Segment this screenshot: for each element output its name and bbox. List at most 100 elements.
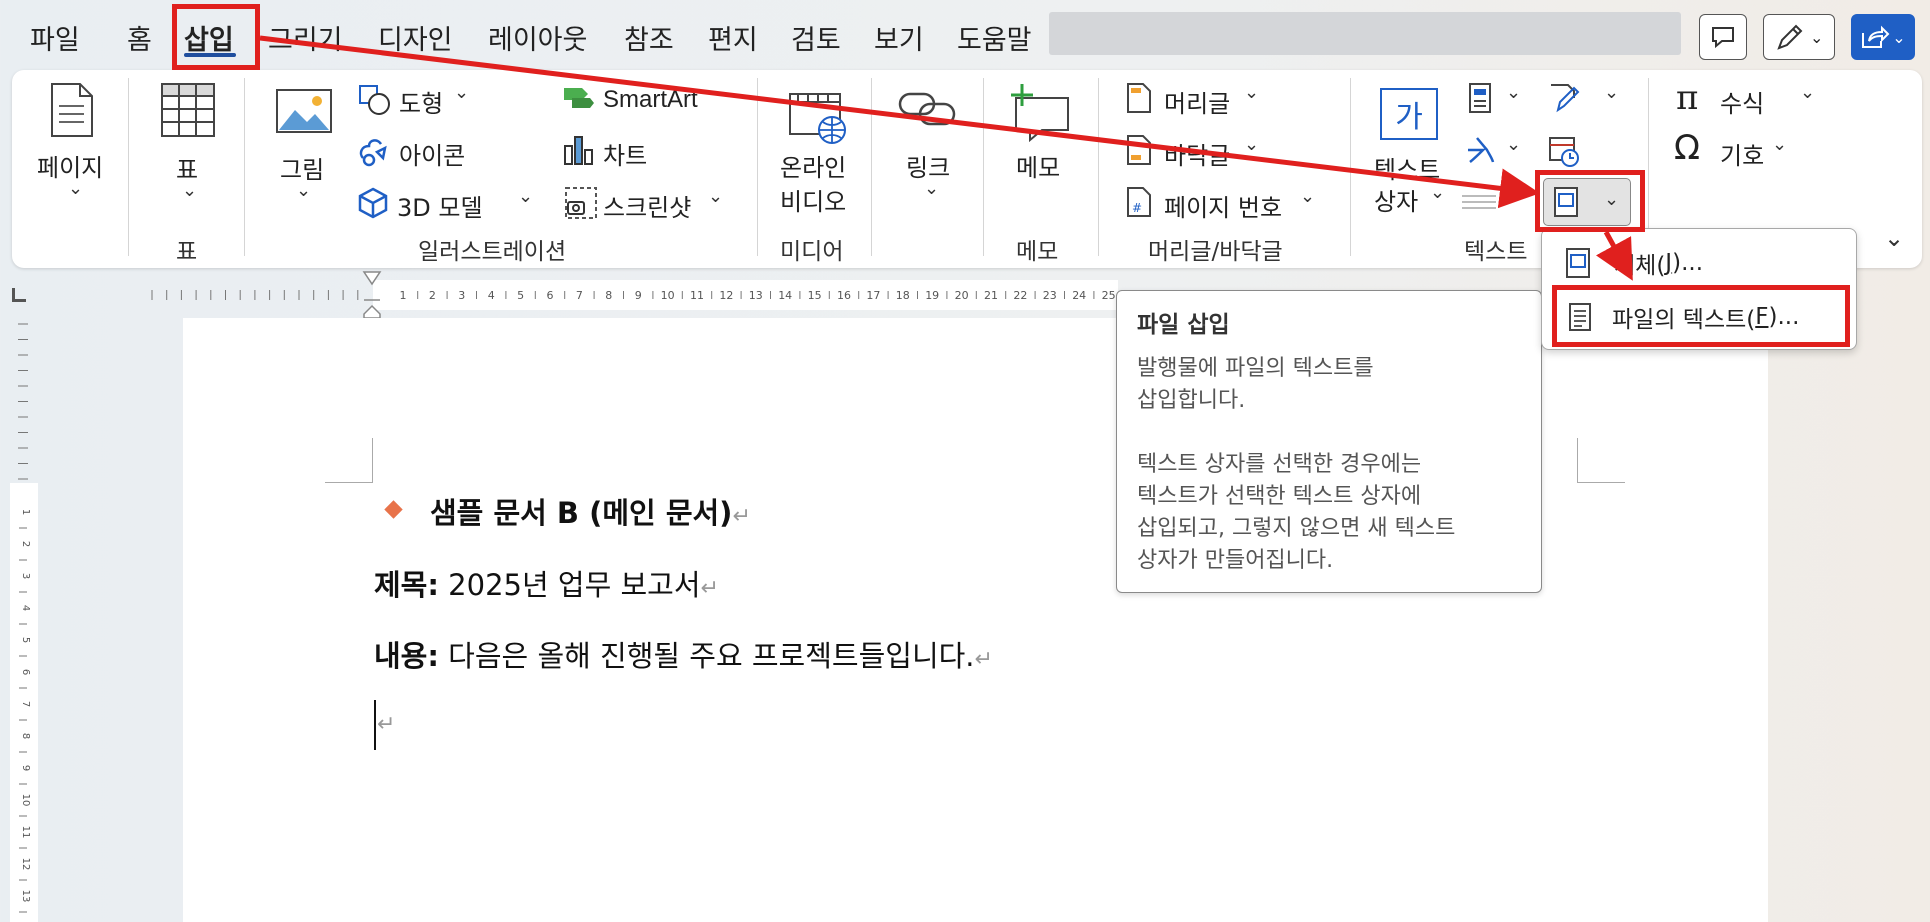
ruler-number: 5 — [20, 637, 31, 643]
group-label-text: 텍스트 — [1464, 239, 1528, 265]
group-label-comments: 메모 — [1016, 239, 1059, 265]
header-icon — [1127, 83, 1151, 113]
tab-mailings[interactable]: 편지 — [708, 18, 758, 57]
footer-icon — [1127, 135, 1151, 165]
menu-item-object-label: 개체( — [1614, 253, 1666, 279]
separator — [983, 78, 984, 256]
comments-button[interactable] — [1699, 14, 1747, 60]
separator — [1098, 78, 1099, 256]
chevron-down-icon: ⌄ — [182, 180, 198, 201]
text-box-label-1: 텍스트 — [1374, 156, 1441, 184]
page-icon — [51, 83, 93, 137]
tooltip-line: 삽입합니다. — [1137, 388, 1246, 413]
text-cursor — [374, 700, 376, 750]
paragraph-mark: ↵ — [377, 712, 396, 737]
chevron-down-icon: ⌄ — [1604, 82, 1620, 103]
icons-icon — [359, 139, 387, 167]
ruler-number: 1 — [400, 289, 407, 302]
ruler-number: 10 — [20, 794, 31, 807]
tab-layout[interactable]: 레이아웃 — [488, 18, 587, 57]
vertical-ruler[interactable]: 12345678910111213 — [0, 316, 40, 922]
chevron-down-icon: ⌄ — [518, 186, 534, 207]
tooltip-line: 텍스트가 선택한 텍스트 상자에 — [1137, 484, 1422, 509]
ruler-number: 6 — [547, 289, 554, 302]
separator — [128, 78, 129, 256]
search-box[interactable] — [1049, 12, 1681, 55]
ruler-number: 14 — [778, 289, 792, 302]
ribbon-collapse-chevron-icon[interactable]: ⌄ — [1884, 224, 1904, 252]
object-icon — [1566, 248, 1590, 278]
3d-models-label: 3D 모델 — [397, 194, 483, 222]
chevron-down-icon: ⌄ — [296, 180, 312, 201]
link-icon — [898, 92, 956, 126]
pi-icon: π — [1676, 78, 1699, 118]
tab-help[interactable]: 도움말 — [957, 18, 1032, 57]
insert-file-tooltip: 파일 삽입 발행물에 파일의 텍스트를 삽입합니다. 텍스트 상자를 선택한 경… — [1116, 290, 1542, 593]
text-box-label-2: 상자 — [1374, 188, 1419, 216]
editing-mode-button[interactable]: ⌄ — [1763, 14, 1835, 60]
group-label-header-footer: 머리글/바닥글 — [1148, 239, 1283, 265]
shapes-label: 도형 — [399, 90, 444, 118]
ruler-number: 15 — [808, 289, 822, 302]
annotation-box-text-from-file — [1552, 285, 1850, 347]
menu-item-object[interactable]: 개체(J)... — [1542, 236, 1858, 290]
ruler-number: 23 — [1043, 289, 1057, 302]
heading-line[interactable]: 샘플 문서 B (메인 문서)↵ — [430, 490, 751, 532]
tab-home[interactable]: 홈 — [127, 18, 152, 57]
tooltip-line: 텍스트 상자를 선택한 경우에는 — [1137, 452, 1422, 477]
chevron-down-icon: ⌄ — [924, 178, 940, 199]
tab-references[interactable]: 참조 — [624, 18, 674, 57]
chevron-down-icon: ⌄ — [454, 82, 470, 103]
online-video-icon — [789, 93, 846, 144]
header-label: 머리글 — [1164, 90, 1231, 118]
ruler-number: 13 — [20, 890, 31, 903]
tooltip-line: 상자가 만들어집니다. — [1137, 548, 1334, 573]
ruler-number: 17 — [866, 289, 880, 302]
chevron-down-icon: ⌄ — [1506, 82, 1522, 103]
content-value: 다음은 올해 진행될 주요 프로젝트들입니다. — [438, 639, 975, 673]
online-video-label-2: 비디오 — [780, 188, 847, 216]
share-icon — [1862, 25, 1890, 48]
table-icon — [161, 83, 215, 137]
tab-design[interactable]: 디자인 — [378, 18, 453, 57]
ruler-number: 18 — [896, 289, 910, 302]
tab-file[interactable]: 파일 — [30, 18, 80, 57]
new-comment-icon — [1011, 84, 1069, 142]
ruler-number: 10 — [661, 289, 675, 302]
horizontal-ruler[interactable]: 1 2 3 4 5 6 7 8 9 10 11 12 13 14 15 16 17 18 19 20 21 22 23 24 2… — [148, 280, 1118, 310]
tooltip-line: 발행물에 파일의 텍스트를 — [1137, 356, 1374, 381]
tab-view[interactable]: 보기 — [874, 18, 924, 57]
ruler-number: 9 — [20, 765, 31, 771]
tab-draw[interactable]: 그리기 — [268, 18, 343, 57]
ruler-number: 3 — [20, 573, 31, 579]
chevron-down-icon: ⌄ — [1800, 82, 1816, 103]
ruler-number: 11 — [20, 826, 31, 839]
chevron-down-icon: ⌄ — [68, 178, 84, 199]
omega-icon: Ω — [1674, 128, 1700, 168]
content-label: 내용: — [374, 639, 439, 673]
chevron-down-icon: ⌄ — [1506, 134, 1522, 155]
ruler-number: 12 — [719, 289, 733, 302]
ruler-number: 19 — [925, 289, 939, 302]
paragraph-mark: ↵ — [732, 504, 751, 529]
ruler-number: 2 — [429, 289, 436, 302]
drop-cap-icon — [1462, 195, 1496, 209]
tab-selector[interactable] — [12, 288, 26, 302]
share-button[interactable]: ⌄ — [1851, 14, 1915, 60]
ruler-number: 20 — [955, 289, 969, 302]
ruler-number: 9 — [635, 289, 642, 302]
tab-review[interactable]: 검토 — [791, 18, 841, 57]
menu-bar: 파일 홈 삽입 그리기 디자인 레이아웃 참조 편지 검토 보기 도움말 ⌄ ⌄ — [0, 0, 1930, 72]
title-label: 제목: — [374, 568, 439, 602]
tooltip-body: 발행물에 파일의 텍스트를 삽입합니다. 텍스트 상자를 선택한 경우에는 텍스… — [1137, 353, 1521, 577]
screenshot-icon — [565, 187, 597, 219]
ruler-number: 8 — [605, 289, 612, 302]
content-line[interactable]: 내용: 다음은 올해 진행될 주요 프로젝트들입니다.↵ — [374, 633, 993, 675]
ruler-number: 11 — [690, 289, 704, 302]
smartart-label: SmartArt — [603, 86, 698, 113]
chart-label: 차트 — [603, 142, 648, 170]
title-line[interactable]: 제목: 2025년 업무 보고서↵ — [374, 562, 719, 604]
ruler-number: 12 — [20, 858, 31, 871]
tooltip-title: 파일 삽입 — [1137, 312, 1230, 338]
crop-mark — [325, 438, 373, 483]
